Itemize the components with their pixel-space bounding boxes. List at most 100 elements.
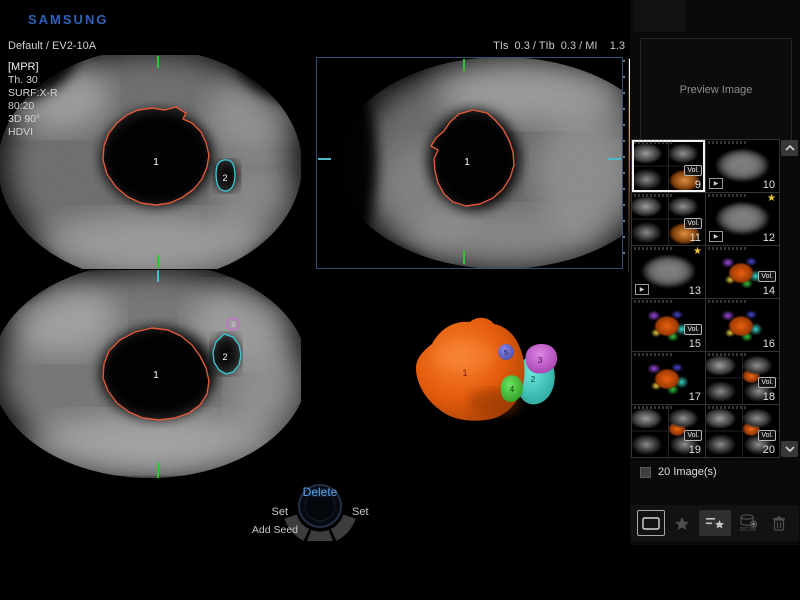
preview-image-panel: Preview Image [640,38,792,142]
thumbnail-20[interactable]: Vol. 20 [706,405,779,457]
thumb-number: 19 [689,444,701,456]
thumb-meta-text [708,300,748,303]
render-label-4: 4 [510,385,515,394]
vol-badge: Vol. [758,377,776,388]
trackball-softkey-dial: Delete Set Set Add Seed [250,479,390,541]
filter-starred-icon [705,516,725,530]
dial-delete-button[interactable]: Delete [250,485,390,499]
thumbnail-14[interactable]: Vol.14 [706,246,779,298]
dial-set-left-button[interactable]: Set [250,506,288,518]
vol-badge: Vol. [684,430,702,441]
thumb-number: 20 [763,444,775,456]
axis-tick-cyan [608,158,621,160]
image-count-row: 20 Image(s) [640,466,717,478]
axis-tick-green [463,250,465,264]
chevron-up-icon [786,146,794,150]
select-all-checkbox[interactable] [640,467,651,478]
cine-play-icon[interactable]: ▶ [709,231,723,242]
thumb-meta-text [634,141,674,144]
axis-tick-green [157,56,159,68]
sidebar-top-tab [633,0,686,32]
vol-badge: Vol. [684,218,702,229]
cine-play-icon[interactable]: ▶ [709,178,723,189]
render-label-3: 3 [538,356,543,365]
thumb-meta-text [708,353,748,356]
thumbnail-12[interactable]: ★▶12 [706,193,779,245]
filter-starred-button[interactable] [699,510,731,536]
mpr-annotation-block: [MPR] Th. 30 SURF:X-R 80:20 3D 90° HDVI [8,61,58,139]
contour-label-1: 1 [464,157,470,168]
cine-play-icon[interactable]: ▶ [635,284,649,295]
contour-label-2: 2 [222,173,227,183]
ti-mi-readout: TIs 0.3 / TIb 0.3 / MI 1.3 [430,40,625,52]
favorite-button[interactable] [668,510,696,536]
dicom-icon-label: DICOM [740,528,757,533]
mpr-quadrant-b-selected[interactable]: 1 [316,57,623,269]
dicom-send-button[interactable]: DICOM [734,510,762,536]
thumb-number: 11 [690,232,701,244]
axis-tick-cyan [318,158,331,160]
probe-preset-label: Default / EV2-10A [8,40,96,52]
thumbnail-17[interactable]: 17 [632,352,705,404]
annotation-line: HDVI [8,126,58,139]
thumb-meta-text [634,300,674,303]
thumb-number: 17 [689,391,701,403]
dial-set-right-button[interactable]: Set [352,506,390,518]
thumbnail-9[interactable]: Vol. 9 [632,140,705,192]
star-icon [674,516,690,531]
vol-badge: Vol. [758,430,776,441]
delete-image-button[interactable] [765,510,793,536]
image-count-label: 20 Image(s) [658,466,717,478]
render-quadrant-3d[interactable]: 1 2 3 4 5 [316,270,623,490]
thumb-meta-text [708,406,748,409]
contour-label-1: 1 [153,157,159,168]
dial-add-seed-button[interactable]: Add Seed [250,524,298,536]
render-label-5: 5 [504,350,508,357]
annotation-line: 80:20 [8,100,58,113]
mpr-quadrant-c[interactable]: 1 2 3 [0,270,301,490]
thumbnail-18[interactable]: Vol. 18 [706,352,779,404]
axis-tick-green [463,59,465,71]
thumb-number: 10 [763,179,775,191]
thumbnail-16[interactable]: 16 [706,299,779,351]
favorite-star-icon: ★ [693,246,702,257]
thumb-meta-text [634,353,674,356]
colormap-tick-scale [623,60,625,268]
annotation-line: SURF:X-R [8,87,58,100]
axis-tick-cyan [157,270,159,282]
preview-image-label: Preview Image [680,84,753,96]
thumb-number: 13 [689,285,701,297]
thumb-number: 9 [695,179,701,191]
thumbnail-11[interactable]: Vol. 11 [632,193,705,245]
scroll-up-button[interactable] [781,140,798,156]
thumbnail-15[interactable]: Vol.15 [632,299,705,351]
dial-segment-bottom[interactable] [309,536,331,538]
thumbnail-13[interactable]: ★ ▶ 13 [632,246,705,298]
vol-badge: Vol. [684,324,702,335]
thumb-number: 18 [763,391,775,403]
thumbnail-10[interactable]: ▶ 10 [706,140,779,192]
mpr-mode-tag: [MPR] [8,61,58,74]
clipboard-toolbar: DICOM [631,505,799,541]
annotation-line: Th. 30 [8,74,58,87]
thumb-meta-text [708,247,748,250]
single-view-icon [642,517,660,530]
single-view-button[interactable] [637,510,665,536]
render-label-2: 2 [531,375,536,384]
dicom-send-icon [739,514,757,528]
trash-icon [772,516,786,531]
thumb-meta-text [634,406,674,409]
chevron-down-icon [786,447,794,451]
contour-label-3: 3 [231,322,235,329]
thumb-meta-text [708,194,748,197]
thumbnail-19[interactable]: Vol. 19 [632,405,705,457]
render-label-1: 1 [462,368,467,378]
thumb-number: 16 [763,338,775,350]
favorite-star-icon: ★ [767,193,776,204]
vol-badge: Vol. [684,165,702,176]
contour-label-2: 2 [222,352,227,362]
thumb-meta-text [708,141,748,144]
scroll-down-button[interactable] [781,441,798,457]
axis-tick-green [157,255,159,268]
axis-tick-green [157,462,159,478]
